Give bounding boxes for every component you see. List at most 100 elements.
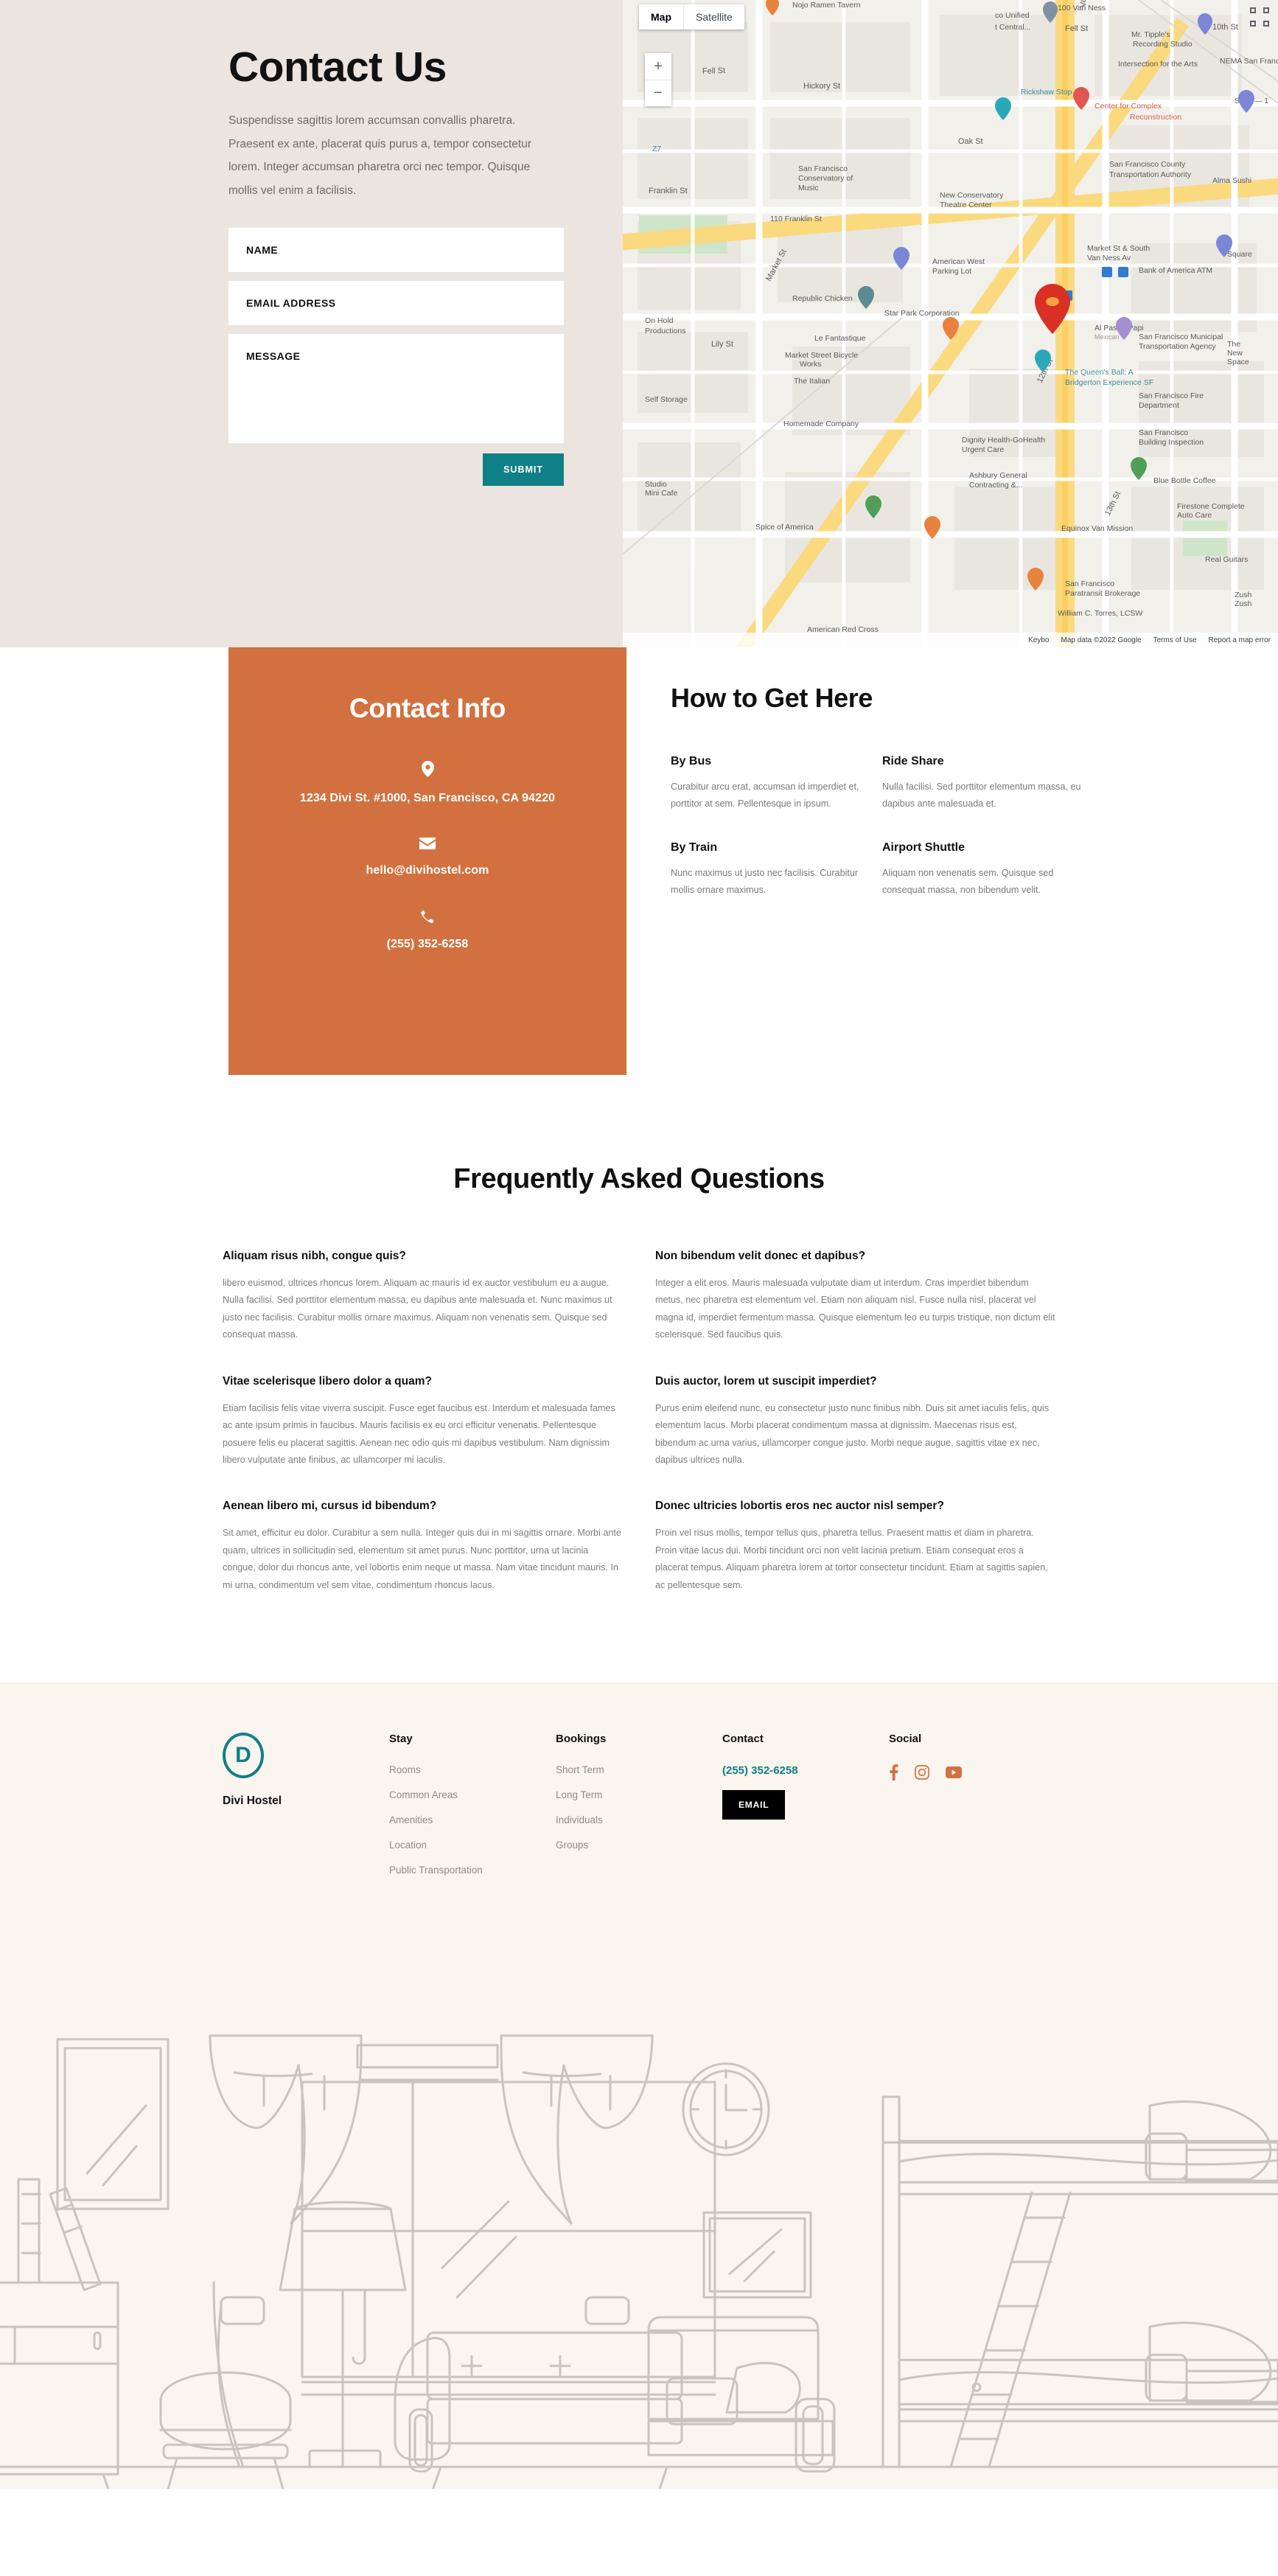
phone-icon: [228, 910, 626, 926]
footer-brand: D Divi Hostel: [223, 1733, 389, 1890]
svg-text:Republic Chicken: Republic Chicken: [792, 294, 853, 303]
svg-text:Firestone Complete: Firestone Complete: [1177, 502, 1245, 511]
footer-link-individuals[interactable]: Individuals: [556, 1814, 722, 1825]
svg-text:Mr. Tipple's: Mr. Tipple's: [1131, 30, 1170, 39]
svg-text:Star Park Corporation: Star Park Corporation: [884, 309, 960, 318]
svg-text:Franklin St: Franklin St: [649, 187, 688, 195]
svg-text:Spice of America: Spice of America: [755, 523, 814, 532]
faq-question: Aliquam risus nibh, congue quis?: [223, 1250, 406, 1262]
svg-text:Oak St: Oak St: [958, 137, 983, 146]
howto-title: By Bus: [671, 755, 712, 767]
howto-text: Aliquam non venenatis sem. Quisque sed c…: [882, 867, 1054, 895]
svg-text:Z7: Z7: [652, 145, 661, 153]
footer-link-groups[interactable]: Groups: [556, 1839, 722, 1851]
footer-link-rooms[interactable]: Rooms: [389, 1764, 556, 1775]
faq-question: Donec ultricies lobortis eros nec auctor…: [655, 1500, 944, 1513]
svg-text:The Queen's Ball: A: The Queen's Ball: A: [1065, 368, 1133, 377]
faq-answer: Purus enim eleifend nunc, eu consectetur…: [655, 1402, 1050, 1465]
howto-item: By Bus Curabitur arcu erat, accumsan id …: [671, 755, 872, 813]
map-zoom-controls[interactable]: + −: [645, 53, 671, 106]
footer-link-public-transportation[interactable]: Public Transportation: [389, 1865, 556, 1876]
svg-text:Recording Studio: Recording Studio: [1133, 40, 1193, 49]
instagram-icon[interactable]: [915, 1765, 929, 1780]
faq-item: Vitae scelerisque libero dolor a quam? E…: [223, 1375, 623, 1469]
svg-text:Van Ness Av: Van Ness Av: [1087, 254, 1131, 262]
contact-form-column: Contact Us Suspendisse sagittis lorem ac…: [0, 0, 623, 647]
map-terms-link[interactable]: Terms of Use: [1153, 636, 1197, 644]
footer-phone-link[interactable]: (255) 352-6258: [722, 1764, 889, 1777]
svg-text:100 Van Ness: 100 Van Ness: [1058, 4, 1106, 13]
svg-text:Reconstruction: Reconstruction: [1130, 113, 1181, 122]
footer-link-short-term[interactable]: Short Term: [556, 1764, 722, 1775]
svg-text:Building Inspection: Building Inspection: [1139, 438, 1204, 447]
message-input[interactable]: [228, 333, 564, 443]
map-type-map[interactable]: Map: [639, 4, 683, 29]
svg-text:Mexican: Mexican: [1094, 333, 1120, 341]
youtube-icon[interactable]: [946, 1766, 962, 1779]
footer-link-common-areas[interactable]: Common Areas: [389, 1789, 556, 1800]
svg-text:San Francisco Municipal: San Francisco Municipal: [1139, 333, 1223, 341]
page-title: Contact Us: [228, 43, 447, 91]
svg-text:New: New: [1227, 349, 1243, 358]
submit-button[interactable]: SUBMIT: [483, 453, 564, 486]
footer-link-amenities[interactable]: Amenities: [389, 1814, 556, 1825]
map-type-satellite[interactable]: Satellite: [683, 4, 744, 29]
svg-text:110 Franklin St: 110 Franklin St: [770, 215, 822, 223]
svg-text:Ashbury General: Ashbury General: [969, 471, 1027, 480]
howto-item: Ride Share Nulla facilisi. Sed porttitor…: [882, 755, 1083, 813]
svg-text:Nojo Ramen Tavern: Nojo Ramen Tavern: [792, 1, 861, 10]
faq-question: Aenean libero mi, cursus id bibendum?: [223, 1500, 437, 1513]
svg-text:Mini Cafe: Mini Cafe: [645, 489, 678, 498]
svg-text:Fell St: Fell St: [1065, 24, 1088, 33]
howto-title: Airport Shuttle: [882, 840, 965, 854]
site-footer: D Divi Hostel Stay Rooms Common Areas Am…: [0, 1682, 1278, 2490]
fullscreen-icon[interactable]: [1250, 7, 1269, 27]
svg-text:Zush: Zush: [1235, 591, 1252, 599]
howto-item: By Train Nunc maximus ut justo nec facil…: [671, 841, 872, 899]
howto-text: Curabitur arcu erat, accumsan id imperdi…: [671, 781, 859, 810]
map-pin-icon: [228, 761, 626, 780]
svg-text:San Francisco Fire: San Francisco Fire: [1139, 391, 1204, 400]
footer-link-location[interactable]: Location: [389, 1839, 556, 1851]
google-map[interactable]: Fell St Fell St Oak St Market St Frankli…: [623, 0, 1278, 647]
how-to-get-here-heading: How to Get Here: [671, 683, 873, 713]
zoom-in-button[interactable]: +: [645, 53, 671, 80]
map-tiles: Fell St Fell St Oak St Market St Frankli…: [623, 0, 1278, 647]
zoom-out-button[interactable]: −: [645, 80, 671, 106]
divi-logo-icon[interactable]: D: [223, 1733, 264, 1779]
footer-column-title: Contact: [722, 1733, 764, 1746]
svg-text:Auto Care: Auto Care: [1177, 511, 1212, 520]
svg-text:t Central...: t Central...: [995, 23, 1030, 32]
svg-text:Transportation Agency: Transportation Agency: [1139, 342, 1216, 351]
svg-text:San Francisco County: San Francisco County: [1109, 160, 1186, 169]
svg-text:On Hold: On Hold: [645, 316, 674, 325]
svg-text:NEMA San Francisco: NEMA San Francisco: [1220, 57, 1278, 66]
map-type-switch[interactable]: Map Satellite: [639, 4, 744, 29]
contact-phone[interactable]: (255) 352-6258: [228, 938, 626, 951]
howto-item: Airport Shuttle Aliquam non venenatis se…: [882, 841, 1083, 899]
name-input[interactable]: [228, 227, 564, 272]
svg-text:10th St: 10th St: [1212, 23, 1238, 32]
faq-heading: Frequently Asked Questions: [453, 1163, 825, 1194]
email-button[interactable]: EMAIL: [722, 1790, 786, 1820]
contact-email[interactable]: hello@divihostel.com: [228, 864, 626, 877]
faq-answer: Sit amet, efficitur eu dolor. Curabitur …: [223, 1528, 621, 1590]
faq-item: Aliquam risus nibh, congue quis? libero …: [223, 1250, 623, 1344]
facebook-icon[interactable]: [889, 1764, 898, 1781]
svg-text:American West: American West: [932, 257, 985, 266]
svg-text:Fell St: Fell St: [702, 66, 726, 76]
svg-text:Works: Works: [800, 360, 822, 369]
svg-text:Rickshaw Stop: Rickshaw Stop: [1021, 88, 1072, 97]
hero-intro-text: Suspendisse sagittis lorem accumsan conv…: [228, 114, 531, 198]
email-input[interactable]: [228, 280, 564, 325]
svg-text:William C. Torres, LCSW: William C. Torres, LCSW: [1058, 609, 1142, 618]
envelope-icon: [228, 838, 626, 852]
svg-text:San Francisco: San Francisco: [798, 164, 848, 173]
svg-text:Studio: Studio: [645, 480, 667, 489]
svg-text:Transportation Authority: Transportation Authority: [1109, 170, 1192, 179]
svg-text:The: The: [1227, 340, 1240, 349]
footer-link-long-term[interactable]: Long Term: [556, 1789, 722, 1800]
footer-column-title: Bookings: [556, 1733, 607, 1746]
footer-column-bookings: Bookings Short Term Long Term Individual…: [556, 1733, 722, 1890]
map-report-link[interactable]: Report a map error: [1209, 636, 1271, 644]
